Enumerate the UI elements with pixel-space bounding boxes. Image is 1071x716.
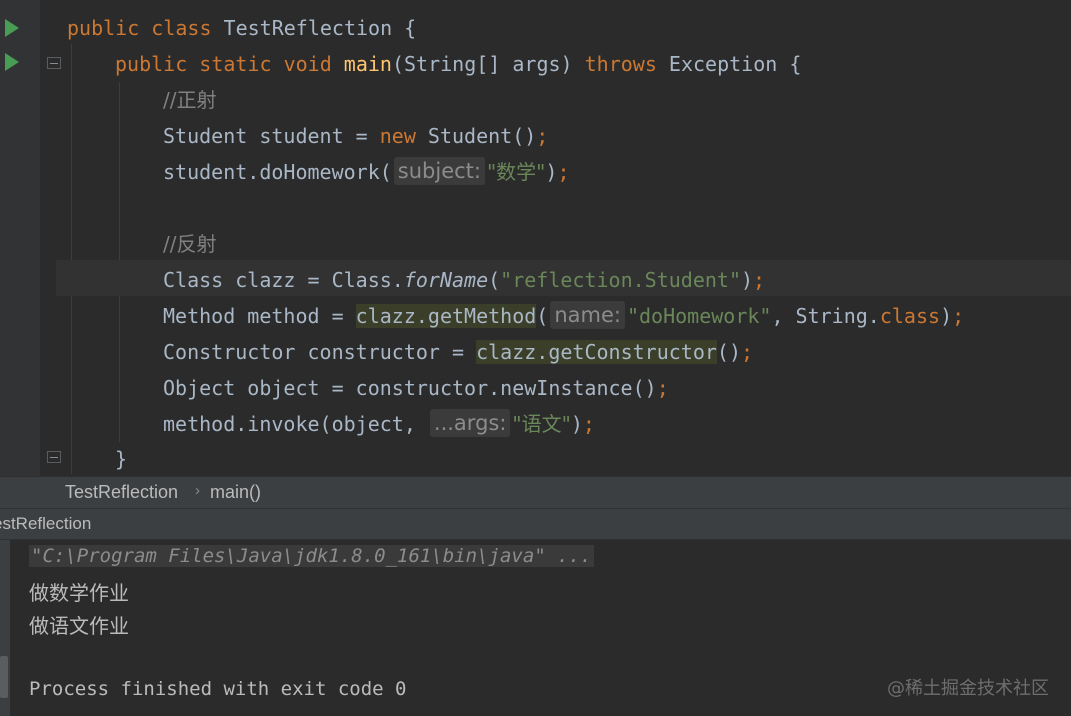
watermark: @稀土掘金技术社区 bbox=[887, 678, 1049, 699]
code-text: () bbox=[716, 340, 741, 364]
code-text: Class clazz = Class. bbox=[163, 268, 404, 292]
code-text: Object object = constructor.newInstance(… bbox=[163, 376, 657, 400]
code-line-10: Object object = constructor.newInstance(… bbox=[163, 370, 669, 406]
gutter bbox=[0, 0, 40, 476]
semicolon: ; bbox=[753, 268, 766, 292]
keyword: new bbox=[379, 124, 416, 148]
parameter-hint: ...args: bbox=[429, 409, 511, 437]
code-editor[interactable]: public class TestReflection { public sta… bbox=[0, 0, 1071, 476]
semicolon: ; bbox=[952, 304, 965, 328]
breadcrumb-separator-icon: › bbox=[195, 482, 200, 499]
code-line-8: Method method = clazz.getMethod(name: "do… bbox=[163, 298, 964, 334]
closing-brace: } bbox=[115, 447, 128, 471]
keyword: class bbox=[879, 304, 941, 328]
string-literal: "reflection.Student" bbox=[500, 268, 741, 292]
toolbar-scroll-handle[interactable] bbox=[0, 656, 8, 698]
code-text: Method method = bbox=[163, 304, 356, 328]
code-text: student.doHomework( bbox=[163, 160, 392, 184]
output-line-1: 做数学作业 bbox=[29, 581, 129, 605]
class-declaration: TestReflection { bbox=[211, 16, 417, 40]
parameter-hint: name: bbox=[550, 301, 625, 329]
code-text: ( bbox=[488, 268, 501, 292]
code-text: Student() bbox=[415, 124, 537, 148]
keyword: public class bbox=[67, 16, 212, 40]
string-literal: "数学" bbox=[486, 160, 546, 184]
code-text: ) bbox=[940, 304, 953, 328]
code-text: , String. bbox=[771, 304, 880, 328]
code-line-4: Student student = new Student(); bbox=[163, 118, 548, 154]
run-tool-window-header: estReflection bbox=[0, 508, 1071, 540]
java-command: "C:\Program Files\Java\jdk1.8.0_161\bin\… bbox=[29, 545, 594, 567]
static-method: forName bbox=[403, 268, 489, 292]
code-text: ( bbox=[536, 304, 549, 328]
comment: //反射 bbox=[163, 232, 217, 256]
exit-message: Process finished with exit code 0 bbox=[29, 678, 407, 700]
string-literal: "doHomework" bbox=[626, 304, 772, 328]
code-text: Student student = bbox=[163, 124, 380, 148]
code-text: method.invoke(object, bbox=[163, 412, 428, 436]
fold-start-icon[interactable] bbox=[47, 57, 61, 69]
code-line-3: //正射 bbox=[163, 82, 216, 118]
semicolon: ; bbox=[557, 160, 570, 184]
code-line-9: Constructor constructor = clazz.getConst… bbox=[163, 334, 753, 370]
indent-guide bbox=[71, 44, 72, 474]
semicolon: ; bbox=[536, 124, 549, 148]
code-text: ) bbox=[545, 160, 558, 184]
code-line-6: //反射 bbox=[163, 226, 216, 262]
keyword: public static void bbox=[115, 52, 332, 76]
code-line-1: public class TestReflection { bbox=[67, 10, 416, 46]
code-line-11: method.invoke(object, ...args: "语文"); bbox=[163, 406, 595, 442]
semicolon: ; bbox=[741, 340, 754, 364]
highlighted-expression: clazz.getMethod bbox=[355, 304, 537, 328]
breadcrumb-method[interactable]: main() bbox=[210, 482, 261, 503]
string-literal: "语文" bbox=[512, 412, 571, 436]
code-text: Exception { bbox=[656, 52, 802, 76]
code-line-12: } bbox=[115, 441, 127, 476]
run-class-icon[interactable] bbox=[5, 19, 19, 37]
highlighted-expression: clazz.getConstructor bbox=[476, 340, 717, 364]
semicolon: ; bbox=[582, 412, 595, 436]
fold-end-icon[interactable] bbox=[47, 451, 61, 463]
code-line-5: student.doHomework(subject: "数学"); bbox=[163, 154, 569, 190]
params: (String[] args) bbox=[391, 52, 585, 76]
run-tab[interactable]: estReflection bbox=[0, 514, 91, 534]
code-line-2: public static void main(String[] args) t… bbox=[115, 46, 801, 82]
parameter-hint: subject: bbox=[393, 157, 485, 185]
code-text: ) bbox=[570, 412, 583, 436]
semicolon: ; bbox=[656, 376, 669, 400]
breadcrumb-class[interactable]: TestReflection bbox=[65, 482, 178, 503]
run-main-icon[interactable] bbox=[5, 53, 19, 71]
code-text: Constructor constructor = bbox=[163, 340, 477, 364]
code-line-7: Class clazz = Class.forName("reflection.… bbox=[163, 262, 765, 298]
output-line-2: 做语文作业 bbox=[29, 614, 129, 638]
code-text: ) bbox=[741, 268, 754, 292]
method-name: main bbox=[343, 52, 392, 76]
keyword: throws bbox=[584, 52, 657, 76]
breadcrumb: TestReflection › main() bbox=[0, 476, 1071, 508]
comment: //正射 bbox=[163, 88, 217, 112]
